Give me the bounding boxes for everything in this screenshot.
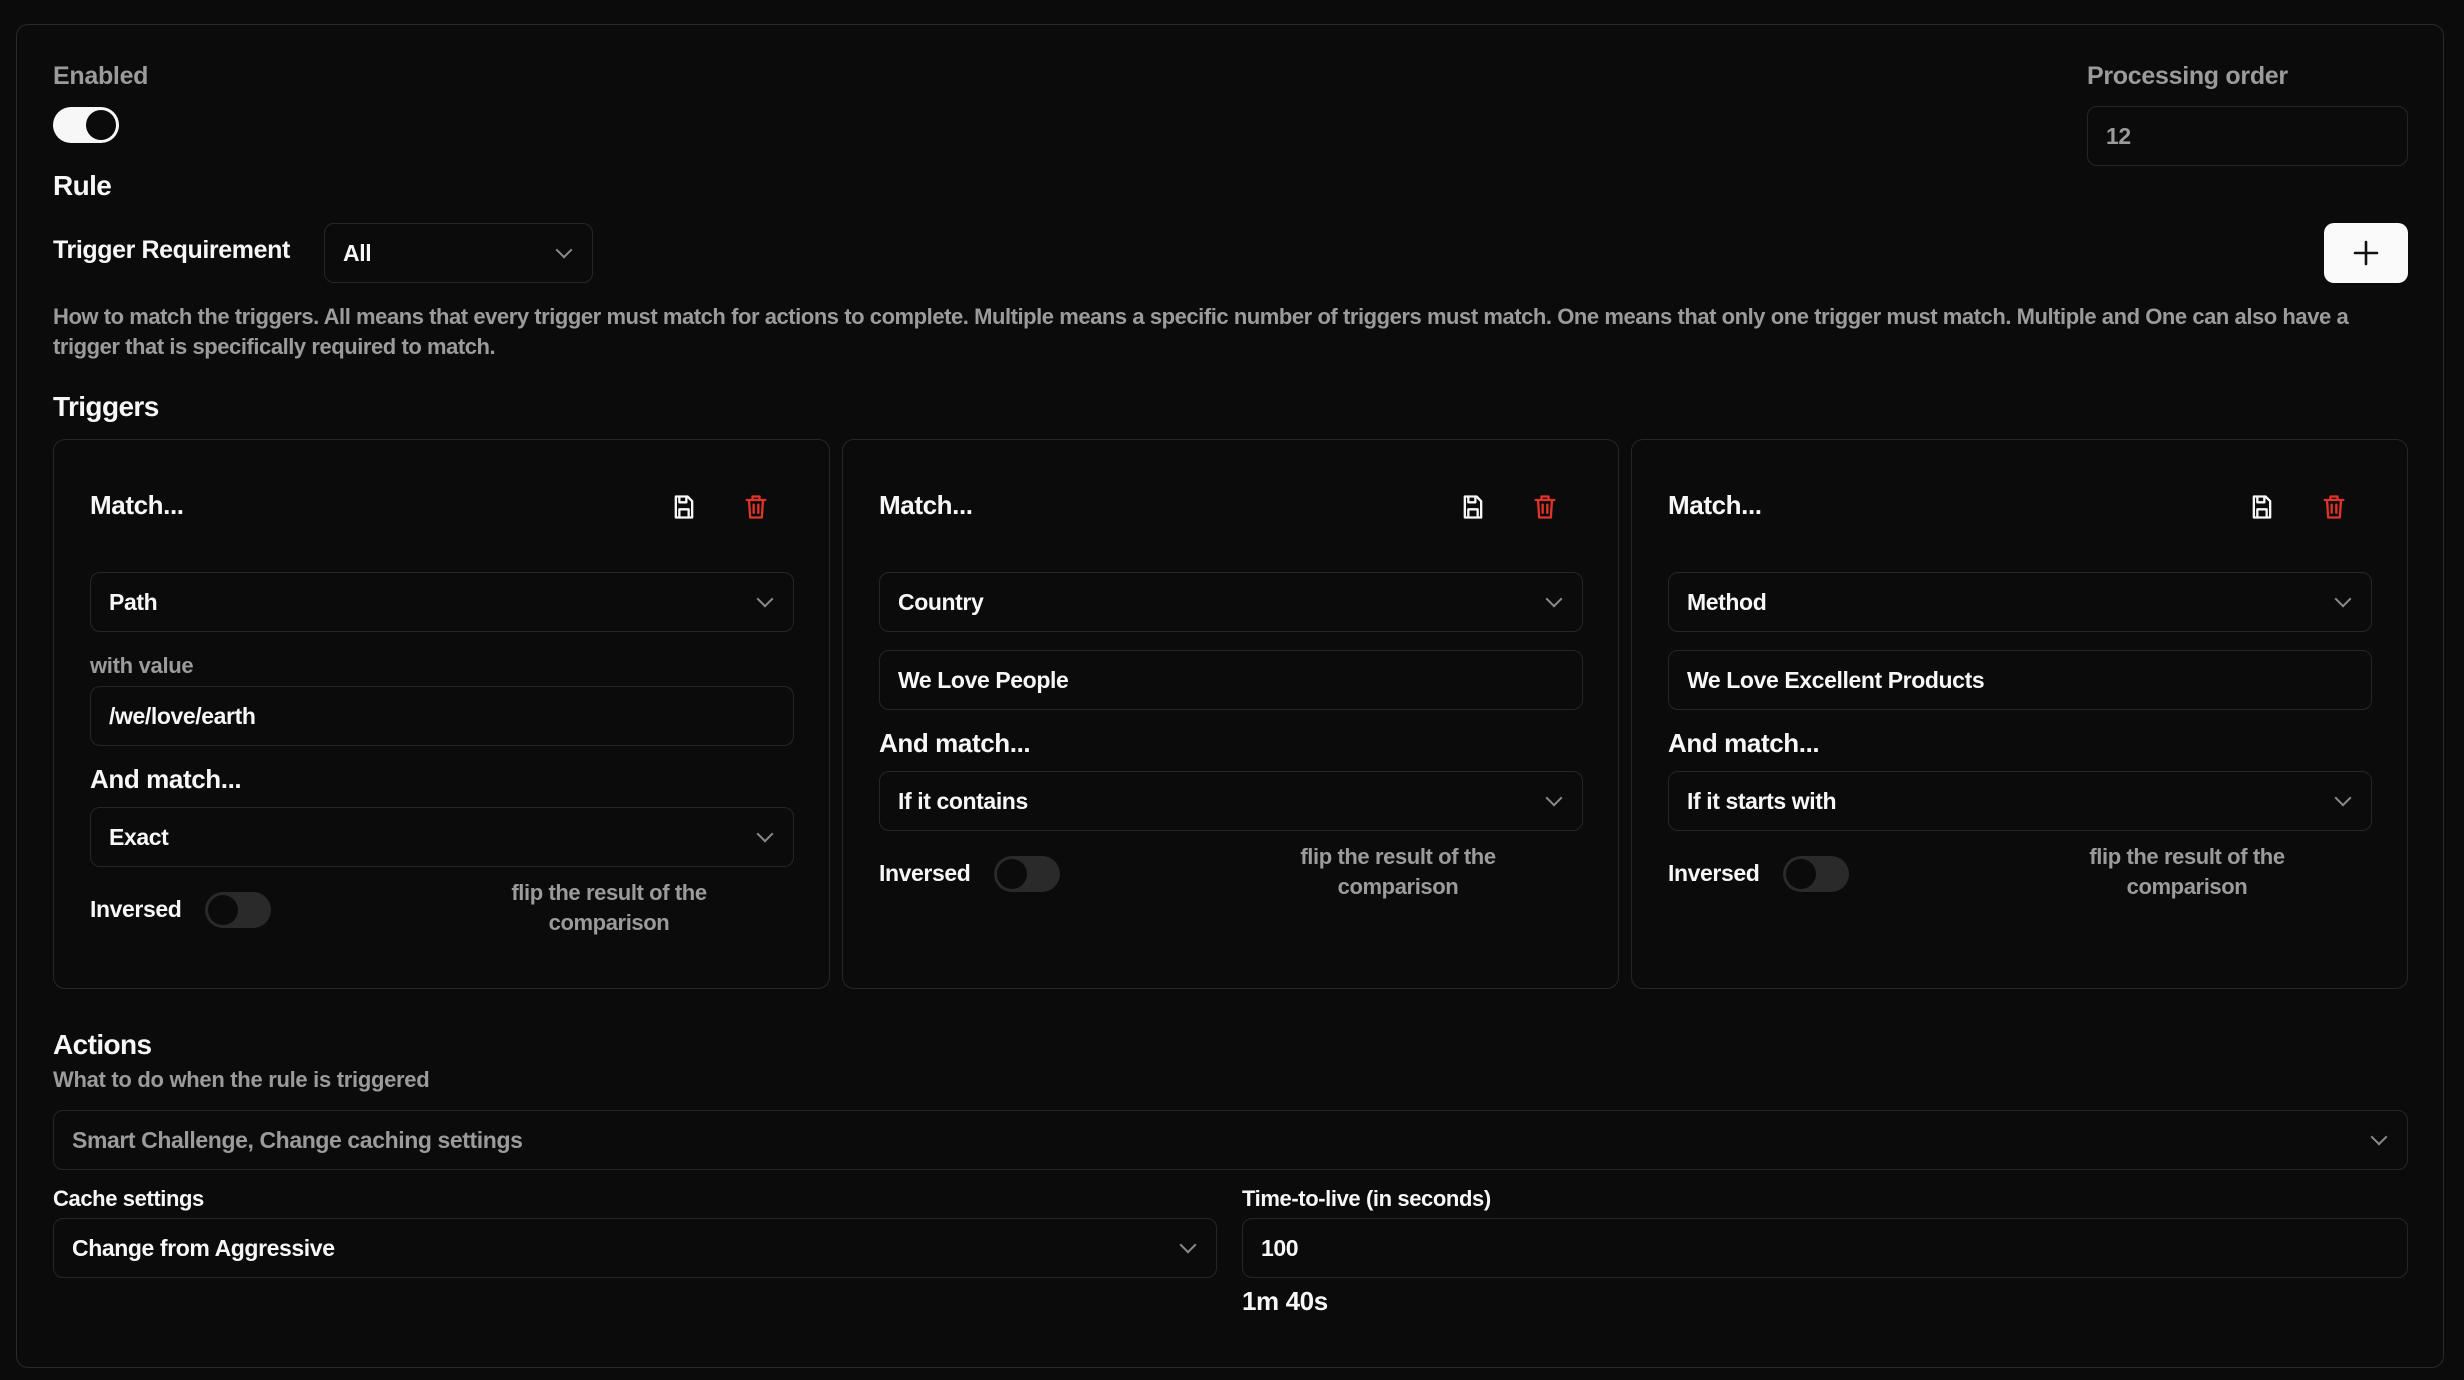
with-value-label: with value xyxy=(90,653,194,678)
match-value-text: /we/love/earth xyxy=(109,702,256,729)
trash-icon xyxy=(2323,495,2345,519)
toggle-knob xyxy=(208,895,238,925)
actions-heading: Actions xyxy=(53,1029,152,1060)
match-field-select[interactable]: Method xyxy=(1668,572,2372,632)
ttl-label: Time-to-live (in seconds) xyxy=(1242,1186,1491,1211)
chevron-down-icon xyxy=(1545,590,1563,608)
match-value-input[interactable]: We Love Excellent Products xyxy=(1668,650,2372,710)
toggle-knob xyxy=(86,110,116,140)
trigger-card-title: Match... xyxy=(90,490,184,520)
enabled-toggle[interactable] xyxy=(53,107,119,143)
inversed-toggle[interactable] xyxy=(1783,856,1849,892)
chevron-down-icon xyxy=(2370,1128,2388,1146)
ttl-input[interactable]: 100 xyxy=(1242,1218,2408,1278)
plus-icon xyxy=(2353,240,2379,266)
processing-order-input[interactable]: 12 xyxy=(2087,106,2408,166)
chevron-down-icon xyxy=(2334,789,2352,807)
save-trigger-button[interactable] xyxy=(670,493,698,521)
comparison-select[interactable]: Exact xyxy=(90,807,794,867)
chevron-down-icon xyxy=(1545,789,1563,807)
match-value-input[interactable]: We Love People xyxy=(879,650,1583,710)
inversed-hint: flip the result of the comparison xyxy=(1300,844,1496,899)
chevron-down-icon xyxy=(756,825,774,843)
trigger-card: Match... Path with value /we/love/earth … xyxy=(53,439,830,989)
cache-settings-value: Change from Aggressive xyxy=(72,1234,335,1261)
trigger-card: Match... Method We Love Excellent Produc… xyxy=(1631,439,2408,989)
trash-icon xyxy=(1534,495,1556,519)
trigger-requirement-select[interactable]: All xyxy=(324,223,593,283)
comparison-select[interactable]: If it contains xyxy=(879,771,1583,831)
inversed-label: Inversed xyxy=(1668,860,1760,886)
match-field-select[interactable]: Path xyxy=(90,572,794,632)
chevron-down-icon xyxy=(756,590,774,608)
inversed-toggle[interactable] xyxy=(994,856,1060,892)
trigger-requirement-value: All xyxy=(343,239,372,266)
chevron-down-icon xyxy=(1179,1236,1197,1254)
inversed-hint: flip the result of the comparison xyxy=(2089,844,2285,899)
processing-order-value: 12 xyxy=(2106,122,2131,149)
toggle-knob xyxy=(997,859,1027,889)
cache-settings-label: Cache settings xyxy=(53,1186,204,1211)
match-field-value: Path xyxy=(109,588,158,615)
comparison-value: If it starts with xyxy=(1687,787,1837,814)
actions-subtitle: What to do when the rule is triggered xyxy=(53,1067,430,1092)
ttl-human-readable: 1m 40s xyxy=(1242,1286,1328,1316)
toggle-knob xyxy=(1786,859,1816,889)
delete-trigger-button[interactable] xyxy=(742,493,770,521)
comparison-select[interactable]: If it starts with xyxy=(1668,771,2372,831)
save-icon xyxy=(674,495,694,519)
ttl-value: 100 xyxy=(1261,1234,1299,1261)
comparison-value: If it contains xyxy=(898,787,1028,814)
save-trigger-button[interactable] xyxy=(2248,493,2276,521)
inversed-label: Inversed xyxy=(879,860,971,886)
rule-heading: Rule xyxy=(53,170,112,201)
add-trigger-button[interactable] xyxy=(2324,223,2408,283)
trigger-requirement-label: Trigger Requirement xyxy=(53,236,290,264)
delete-trigger-button[interactable] xyxy=(1531,493,1559,521)
match-field-select[interactable]: Country xyxy=(879,572,1583,632)
match-value-text: We Love People xyxy=(898,666,1069,693)
and-match-label: And match... xyxy=(1668,728,1820,758)
processing-order-label: Processing order xyxy=(2087,62,2288,90)
enabled-label: Enabled xyxy=(53,62,149,90)
save-icon xyxy=(1463,495,1483,519)
trigger-requirement-description: How to match the triggers. All means tha… xyxy=(53,304,2349,359)
inversed-label: Inversed xyxy=(90,896,182,922)
trigger-card-title: Match... xyxy=(1668,490,1762,520)
match-value-text: We Love Excellent Products xyxy=(1687,666,1985,693)
chevron-down-icon xyxy=(555,241,573,259)
trash-icon xyxy=(745,495,767,519)
match-field-value: Method xyxy=(1687,588,1767,615)
and-match-label: And match... xyxy=(879,728,1031,758)
delete-trigger-button[interactable] xyxy=(2320,493,2348,521)
inversed-hint: flip the result of the comparison xyxy=(511,880,707,935)
match-field-value: Country xyxy=(898,588,984,615)
match-value-input[interactable]: /we/love/earth xyxy=(90,686,794,746)
actions-selected-value: Smart Challenge, Change caching settings xyxy=(72,1126,523,1153)
chevron-down-icon xyxy=(2334,590,2352,608)
triggers-heading: Triggers xyxy=(53,391,159,422)
trigger-card: Match... Country We Love People And matc… xyxy=(842,439,1619,989)
actions-multiselect[interactable]: Smart Challenge, Change caching settings xyxy=(53,1110,2408,1170)
inversed-toggle[interactable] xyxy=(205,892,271,928)
cache-settings-select[interactable]: Change from Aggressive xyxy=(53,1218,1217,1278)
trigger-card-title: Match... xyxy=(879,490,973,520)
and-match-label: And match... xyxy=(90,764,242,794)
save-icon xyxy=(2252,495,2272,519)
comparison-value: Exact xyxy=(109,823,169,850)
save-trigger-button[interactable] xyxy=(1459,493,1487,521)
